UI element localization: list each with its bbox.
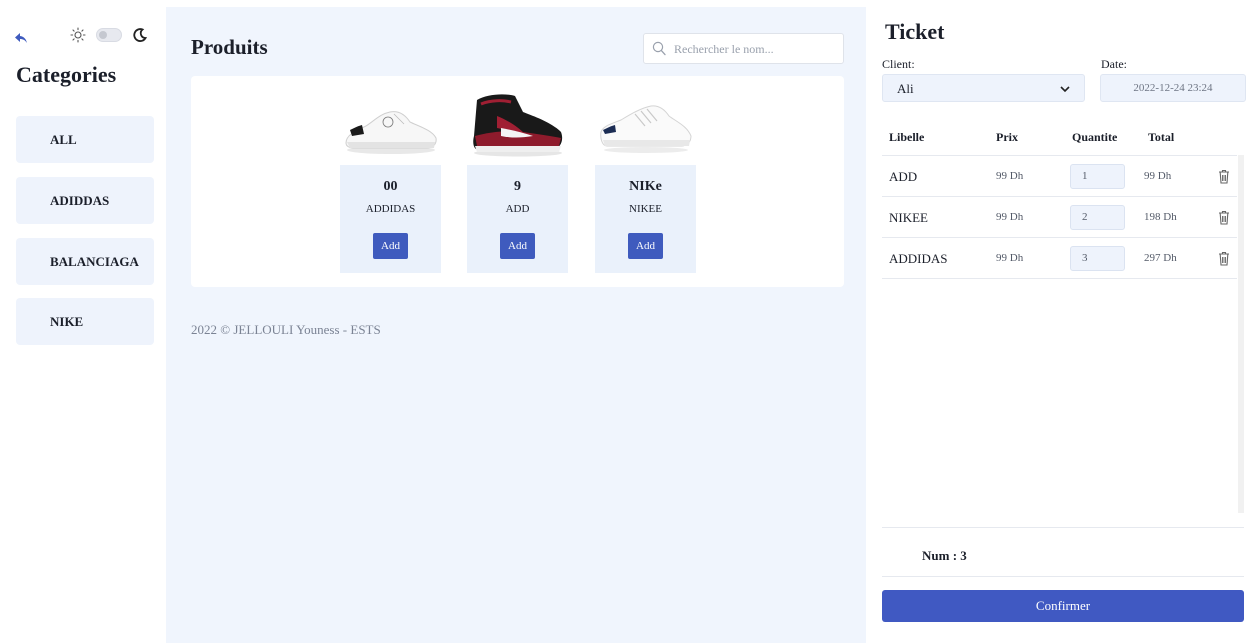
column-quantite: Quantite xyxy=(1072,130,1118,144)
product-image xyxy=(340,86,441,164)
search-input[interactable] xyxy=(674,39,834,59)
back-arrow-icon[interactable] xyxy=(14,32,28,44)
product-info: NIKe NIKEE Add xyxy=(595,165,696,273)
ticket-panel: Ticket Client: Ali Date: 2022-12-24 23:2… xyxy=(866,0,1250,643)
row-prix: 99 Dh xyxy=(996,170,1024,182)
row-total: 297 Dh xyxy=(1144,252,1177,264)
row-prix: 99 Dh xyxy=(996,252,1024,264)
category-all-button[interactable]: ALL xyxy=(16,116,154,163)
product-image xyxy=(595,86,696,164)
divider xyxy=(882,576,1244,577)
product-card[interactable]: 00 ADDIDAS Add xyxy=(340,86,441,273)
ticket-count: Num : 3 xyxy=(922,548,967,563)
categories-title: Categories xyxy=(16,62,117,87)
add-button[interactable]: Add xyxy=(628,233,663,259)
client-label: Client: xyxy=(882,57,915,71)
date-label: Date: xyxy=(1101,57,1127,71)
theme-toggle[interactable] xyxy=(96,28,122,42)
confirm-button[interactable]: Confirmer xyxy=(882,590,1244,622)
ticket-row: ADD 99 Dh 1 99 Dh xyxy=(882,156,1237,197)
category-nike-button[interactable]: NIKE xyxy=(16,298,154,345)
product-info: 9 ADD Add xyxy=(467,165,568,273)
add-button[interactable]: Add xyxy=(500,233,535,259)
sun-icon xyxy=(70,27,86,43)
row-total: 198 Dh xyxy=(1144,211,1177,223)
products-grid: 00 ADDIDAS Add 9 ADD Add NIKe NIKEE Add xyxy=(191,76,844,287)
date-value: 2022-12-24 23:24 xyxy=(1133,82,1213,94)
row-libelle: ADDIDAS xyxy=(889,251,948,266)
column-libelle: Libelle xyxy=(889,130,925,144)
ticket-row: NIKEE 99 Dh 2 198 Dh xyxy=(882,197,1237,238)
ticket-title: Ticket xyxy=(885,19,945,44)
quantity-input[interactable]: 3 xyxy=(1070,246,1125,271)
product-category: NIKEE xyxy=(629,203,662,215)
column-total: Total xyxy=(1148,130,1175,144)
page-title: Produits xyxy=(191,35,268,59)
product-category: ADD xyxy=(505,203,530,215)
ticket-scrollbar[interactable] xyxy=(1238,155,1244,513)
row-prix: 99 Dh xyxy=(996,211,1024,223)
divider xyxy=(882,527,1244,528)
trash-icon[interactable] xyxy=(1218,169,1230,184)
quantity-input[interactable]: 2 xyxy=(1070,205,1125,230)
product-card[interactable]: NIKe NIKEE Add xyxy=(595,86,696,273)
row-libelle: NIKEE xyxy=(889,210,928,225)
ticket-table-header: Libelle Prix Quantite Total xyxy=(882,130,1242,154)
product-card[interactable]: 9 ADD Add xyxy=(467,86,568,273)
sidebar: Categories ALL ADIDDAS BALANCIAGA NIKE xyxy=(0,0,166,643)
date-field[interactable]: 2022-12-24 23:24 xyxy=(1100,74,1246,102)
ticket-row: ADDIDAS 99 Dh 3 297 Dh xyxy=(882,238,1237,279)
chevron-down-icon xyxy=(1060,86,1070,93)
trash-icon[interactable] xyxy=(1218,251,1230,266)
product-image xyxy=(467,86,568,164)
product-name: 00 xyxy=(383,179,398,194)
row-libelle: ADD xyxy=(889,169,918,184)
row-total: 99 Dh xyxy=(1144,170,1172,182)
moon-icon xyxy=(133,28,148,42)
search-icon xyxy=(652,41,666,56)
product-info: 00 ADDIDAS Add xyxy=(340,165,441,273)
client-select[interactable]: Ali xyxy=(882,74,1085,102)
add-button[interactable]: Add xyxy=(373,233,408,259)
category-adiddas-button[interactable]: ADIDDAS xyxy=(16,177,154,224)
products-area: Produits 00 ADDIDAS A xyxy=(166,7,866,643)
quantity-input[interactable]: 1 xyxy=(1070,164,1125,189)
toggle-knob xyxy=(99,31,107,39)
trash-icon[interactable] xyxy=(1218,210,1230,225)
product-category: ADDIDAS xyxy=(365,203,416,215)
product-name: 9 xyxy=(514,179,521,194)
footer-copyright: 2022 © JELLOULI Youness - ESTS xyxy=(191,322,381,337)
client-value: Ali xyxy=(897,81,914,96)
search-box[interactable] xyxy=(643,33,844,64)
category-balanciaga-button[interactable]: BALANCIAGA xyxy=(16,238,154,285)
product-name: NIKe xyxy=(629,179,662,194)
column-prix: Prix xyxy=(996,130,1018,144)
